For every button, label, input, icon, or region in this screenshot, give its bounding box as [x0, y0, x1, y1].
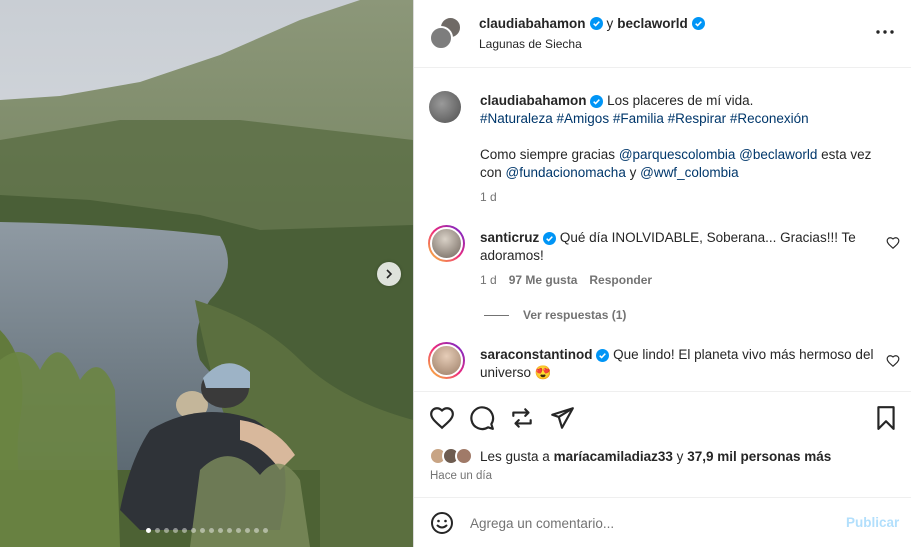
carousel-dot [145, 528, 151, 533]
carousel-dot [217, 528, 223, 533]
likes-middle: y [676, 448, 684, 464]
carousel-dot [262, 528, 268, 533]
caption-body: Los placeres de mí vida. [607, 93, 754, 108]
avatar[interactable] [428, 225, 465, 262]
authors-connector: y [606, 16, 614, 31]
carousel-dot [199, 528, 205, 533]
carousel-dot [190, 528, 196, 533]
like-comment-heart-icon[interactable] [886, 236, 900, 250]
chevron-right-icon [386, 269, 393, 279]
post-authors: claudiabahamon y beclaworld [479, 16, 705, 31]
likes-prefix: Les gusta a [480, 448, 550, 464]
likes-text: Les gusta a maríacamiladiaz33 y 37,9 mil… [480, 449, 831, 464]
carousel-dot [163, 528, 169, 533]
carousel-dot [154, 528, 160, 533]
verified-badge-icon [691, 17, 705, 30]
carousel-dots [0, 528, 413, 533]
carousel-dot [172, 528, 178, 533]
save-bookmark-icon[interactable] [873, 405, 899, 431]
post-actions: Les gusta a maríacamiladiaz33 y 37,9 mil… [414, 391, 911, 497]
verified-badge-icon [543, 231, 557, 245]
avatar [455, 447, 473, 465]
avatar[interactable] [429, 91, 461, 123]
next-slide-button[interactable] [377, 262, 401, 286]
mention-link[interactable]: @parquescolombia [619, 147, 736, 162]
carousel-dot [253, 528, 259, 533]
comment-bubble-icon[interactable] [469, 405, 495, 431]
comment-input[interactable] [470, 511, 830, 535]
likes-summary: Les gusta a maríacamiladiaz33 y 37,9 mil… [429, 447, 831, 465]
avatar[interactable] [428, 342, 465, 379]
collab-avatars[interactable] [429, 16, 463, 50]
carousel-dot [181, 528, 187, 533]
post-location[interactable]: Lagunas de Siecha [479, 37, 582, 51]
caption-line2-and: y [629, 165, 637, 180]
caption-meta: 1 d [480, 190, 497, 204]
verified-badge-icon [589, 17, 603, 30]
share-send-icon[interactable] [549, 405, 575, 431]
landscape-image [0, 0, 413, 547]
add-comment-bar: Publicar [414, 497, 911, 547]
author-username[interactable]: claudiabahamon [479, 16, 586, 31]
like-comment-heart-icon[interactable] [886, 354, 900, 368]
more-dots-icon [876, 30, 894, 34]
caption-line2-prefix: Como siempre gracias [480, 147, 616, 162]
post-details-panel: claudiabahamon y beclaworld Lagunas de S… [413, 0, 911, 547]
comment-username[interactable]: santicruz [480, 230, 539, 245]
caption-time[interactable]: 1 d [480, 190, 497, 204]
mention-link[interactable]: @beclaworld [739, 147, 817, 162]
carousel-dot [244, 528, 250, 533]
carousel-dot [235, 528, 241, 533]
liker-username[interactable]: maríacamiladiaz33 [554, 449, 673, 464]
verified-badge-icon [590, 94, 604, 108]
comment-text: santicruz Qué día INOLVIDABLE, Soberana.… [480, 229, 875, 265]
carousel-dot [208, 528, 214, 533]
mention-link[interactable]: @fundacionomacha [506, 165, 626, 180]
repost-icon[interactable] [509, 405, 535, 431]
post-time[interactable]: Hace un día [430, 470, 492, 482]
comment-text: saraconstantinod Que lindo! El planeta v… [480, 346, 875, 382]
likes-count[interactable]: 37,9 mil personas más [687, 449, 831, 464]
caption-text: claudiabahamon Los placeres de mí vida. … [480, 92, 880, 182]
comment-meta: 1 d 97 Me gusta Responder [480, 273, 652, 287]
caption-hashtags[interactable]: #Naturaleza #Amigos #Familia #Respirar #… [480, 111, 809, 126]
post-photo [0, 0, 413, 547]
more-options-button[interactable] [873, 22, 897, 42]
heart-eyes-emoji: 😍 [534, 365, 552, 380]
comment-time[interactable]: 1 d [480, 273, 497, 287]
view-replies-label: Ver respuestas (1) [523, 308, 627, 322]
post-header: claudiabahamon y beclaworld Lagunas de S… [414, 0, 911, 68]
like-heart-icon[interactable] [429, 405, 455, 431]
comments-section: claudiabahamon Los placeres de mí vida. … [414, 69, 911, 391]
mention-link[interactable]: @wwf_colombia [640, 165, 739, 180]
coauthor-username[interactable]: beclaworld [617, 16, 688, 31]
comment-likes[interactable]: 97 Me gusta [509, 273, 578, 287]
emoji-icon[interactable] [430, 511, 454, 535]
avatar [429, 26, 453, 50]
verified-badge-icon [596, 348, 610, 362]
caption-username[interactable]: claudiabahamon [480, 93, 587, 108]
comment-username[interactable]: saraconstantinod [480, 347, 593, 362]
carousel-dot [226, 528, 232, 533]
view-replies-button[interactable]: Ver respuestas (1) [484, 308, 626, 322]
reply-button[interactable]: Responder [589, 273, 652, 287]
divider [484, 314, 509, 316]
publish-button[interactable]: Publicar [846, 515, 899, 530]
